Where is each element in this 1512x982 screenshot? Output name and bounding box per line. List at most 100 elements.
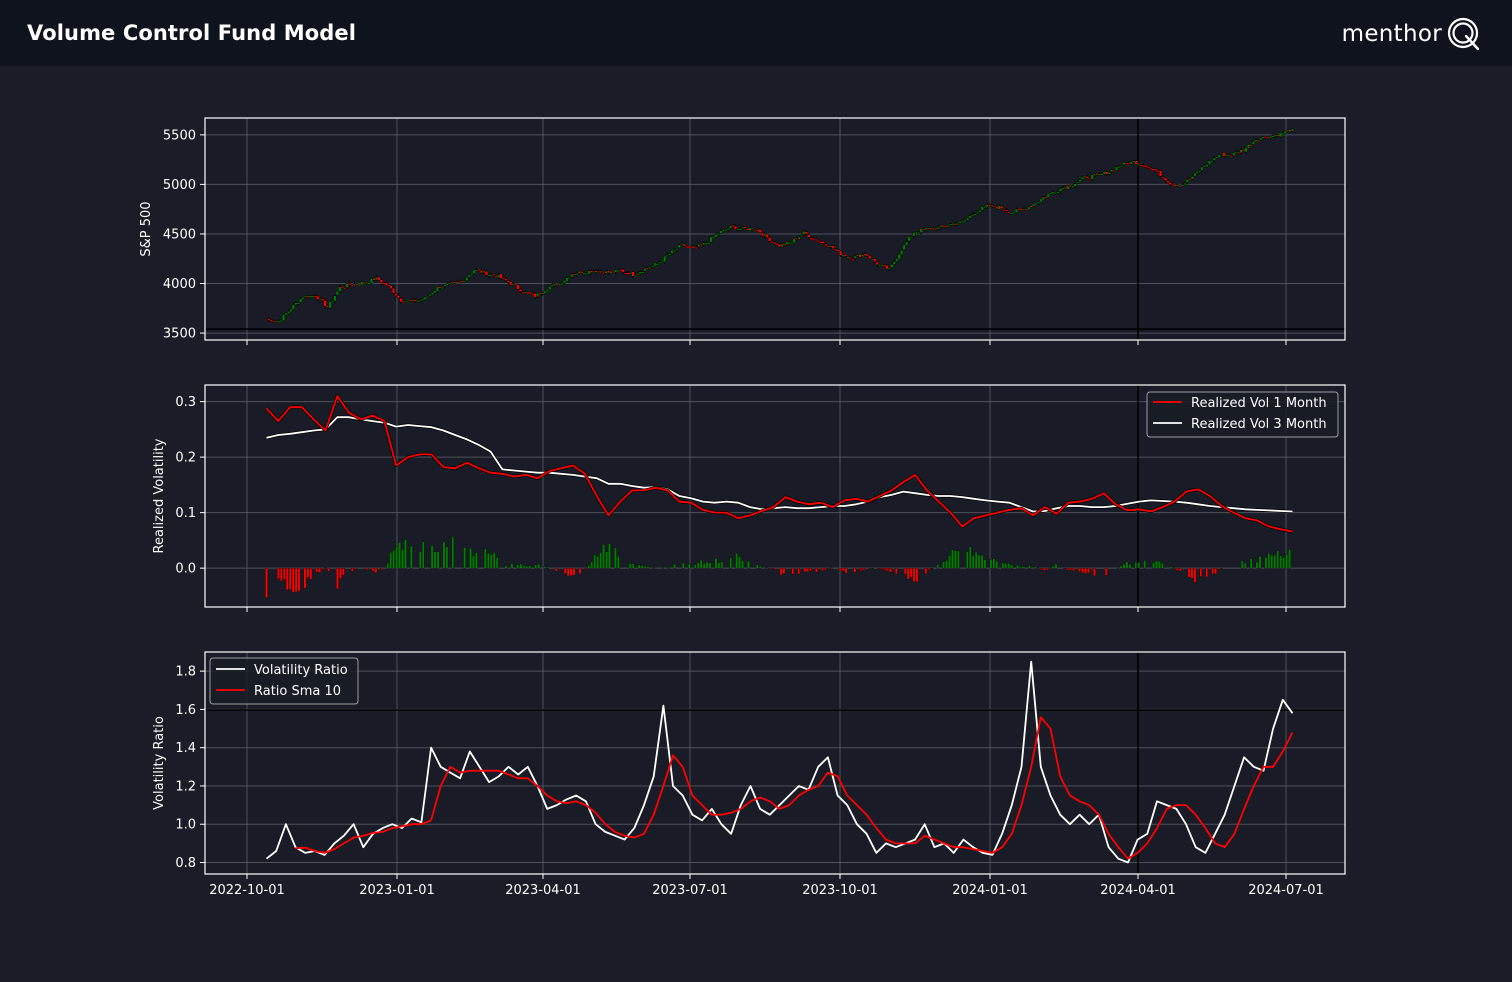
- candle-up: [1176, 184, 1180, 187]
- candle-down: [685, 246, 689, 249]
- bar-negative: [1220, 568, 1223, 570]
- bar-negative: [1069, 568, 1072, 571]
- candle-up: [1261, 136, 1265, 139]
- candle-up: [985, 204, 989, 208]
- candle-up: [428, 294, 432, 297]
- bar-negative: [265, 568, 268, 598]
- candle-down: [492, 274, 496, 276]
- bar-positive: [1054, 563, 1058, 569]
- candle-up: [563, 280, 567, 284]
- plot-area: [205, 652, 1345, 874]
- candle-up: [567, 277, 571, 280]
- candle-down: [804, 231, 808, 235]
- candle-down: [885, 265, 889, 270]
- bar-positive: [1240, 560, 1244, 569]
- bar-positive: [720, 561, 724, 569]
- x-tick-label: 2024-01-01: [952, 883, 1028, 898]
- candle-down: [758, 229, 762, 233]
- bar-negative: [903, 568, 907, 575]
- bar-positive: [489, 554, 493, 569]
- candle-up: [592, 271, 596, 273]
- y-tick-label: 4000: [163, 277, 196, 292]
- bar-positive: [646, 566, 650, 569]
- bar-positive: [537, 564, 540, 569]
- bar-positive: [587, 564, 591, 569]
- candle-up: [890, 264, 894, 268]
- bar-negative: [365, 568, 369, 570]
- candle-up: [1066, 185, 1070, 190]
- bar-positive: [516, 564, 520, 569]
- candle-down: [602, 272, 606, 275]
- candle-up: [431, 292, 435, 296]
- candle-down: [389, 285, 393, 289]
- bar-positive: [699, 560, 703, 569]
- candle-down: [778, 243, 782, 248]
- candle-up: [724, 229, 728, 232]
- bar-negative: [563, 568, 567, 574]
- candle-down: [743, 226, 747, 229]
- candle-up: [702, 242, 706, 246]
- bar-negative: [306, 568, 310, 578]
- candle-down: [1000, 205, 1004, 210]
- bar-positive: [966, 551, 969, 569]
- candle-up: [931, 227, 935, 230]
- bar-positive: [401, 548, 404, 569]
- candle-down: [694, 247, 698, 250]
- candle-down: [1063, 186, 1067, 189]
- candle-up: [1244, 147, 1248, 153]
- candle-down: [734, 225, 738, 230]
- bar-positive: [741, 560, 744, 569]
- bar-negative: [1066, 568, 1070, 571]
- chart-figure: 3500 4000 4500 5000 5500 S&P 500 0.0 0.1 0.2 0.3 R…: [139, 117, 1346, 898]
- bar-positive: [643, 566, 647, 569]
- candle-up: [597, 270, 601, 273]
- candle-up: [653, 262, 657, 266]
- bar-negative: [1175, 568, 1179, 571]
- candle-up: [1198, 170, 1202, 173]
- candle-up: [560, 283, 564, 286]
- bar-positive: [510, 563, 514, 569]
- candle-down: [355, 283, 359, 286]
- x-tick-label: 2023-01-01: [359, 883, 435, 898]
- bar-negative: [1193, 568, 1197, 583]
- candle-up: [748, 227, 752, 231]
- candle-down: [594, 270, 598, 273]
- bar-positive: [764, 567, 768, 569]
- candle-up: [1120, 165, 1124, 168]
- candle-up: [1251, 141, 1255, 145]
- candle-down: [484, 271, 488, 276]
- candle-up: [1110, 169, 1114, 172]
- candle-down: [1154, 168, 1158, 172]
- candle-down: [858, 254, 862, 258]
- candle-up: [946, 225, 950, 228]
- bar-positive: [948, 555, 951, 569]
- bar-positive: [1019, 566, 1022, 569]
- candle-up: [587, 270, 591, 275]
- candle-up: [475, 269, 479, 272]
- bar-negative: [342, 568, 345, 576]
- candle-down: [992, 205, 996, 208]
- candle-up: [1076, 181, 1080, 184]
- candle-up: [489, 274, 493, 277]
- candle-down: [401, 301, 405, 303]
- bar-negative: [815, 568, 818, 573]
- candle-up: [726, 228, 730, 231]
- candle-up: [421, 299, 425, 301]
- candle-down: [607, 270, 611, 273]
- candle-up: [445, 283, 449, 286]
- candle-down: [782, 243, 786, 246]
- candle-down: [1168, 182, 1172, 186]
- candle-up: [1132, 160, 1136, 163]
- bar-negative: [277, 568, 280, 579]
- bar-positive: [951, 549, 954, 569]
- candle-down: [343, 287, 347, 290]
- bar-positive: [469, 548, 472, 569]
- candle-down: [875, 261, 879, 265]
- bar-positive: [1001, 562, 1004, 569]
- candle-down: [865, 253, 869, 257]
- candle-up: [411, 299, 415, 302]
- candle-up: [697, 244, 701, 248]
- candle-down: [831, 245, 835, 249]
- bar-positive: [954, 550, 957, 569]
- bar-positive: [1155, 560, 1158, 569]
